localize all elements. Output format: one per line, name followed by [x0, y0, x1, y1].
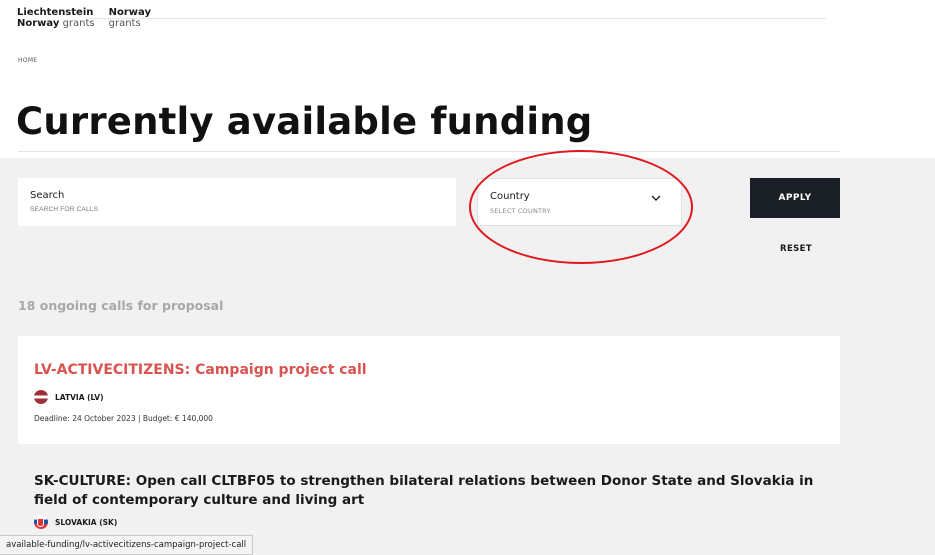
call-country: SLOVAKIA (SK) [34, 515, 117, 529]
logo-line-norway: Norway [108, 7, 151, 18]
country-select-value: SELECT COUNTRY [490, 207, 551, 215]
title-divider [18, 151, 840, 152]
status-bar-url: available-funding/lv-activecitizens-camp… [6, 540, 247, 550]
search-field[interactable]: Search [18, 178, 456, 226]
search-label: Search [30, 190, 65, 201]
call-title-link[interactable]: LV-ACTIVECITIZENS: Campaign project call [34, 362, 367, 378]
search-input[interactable] [30, 206, 230, 213]
reset-button[interactable]: RESET [780, 244, 812, 254]
call-title-link[interactable]: SK-CULTURE: Open call CLTBF05 to strengt… [34, 472, 844, 510]
call-deadline-budget: Deadline: 24 October 2023 | Budget: € 14… [34, 414, 213, 423]
country-select[interactable]: Country SELECT COUNTRY [477, 178, 682, 226]
chevron-down-icon[interactable] [651, 195, 661, 203]
country-label: Country [490, 191, 530, 202]
funding-search-section: Search Country SELECT COUNTRY APPLY RESE… [0, 158, 935, 555]
slovakia-flag-icon [34, 515, 48, 529]
page-title: Currently available funding [16, 100, 593, 143]
call-country-label: LATVIA (LV) [55, 392, 104, 402]
call-country-label: SLOVAKIA (SK) [55, 517, 118, 527]
logo-line-liechtenstein: Liechtenstein [17, 7, 94, 18]
browser-status-bar: available-funding/lv-activecitizens-camp… [0, 535, 254, 555]
apply-button[interactable]: APPLY [750, 178, 840, 218]
logo-liechtenstein-norway: Liechtenstein Norway grants [17, 7, 95, 29]
call-country: LATVIA (LV) [34, 390, 104, 404]
logo-word-norway: Norway [17, 18, 60, 29]
latvia-flag-icon [34, 390, 48, 404]
call-card[interactable]: LV-ACTIVECITIZENS: Campaign project call… [18, 336, 840, 444]
logo-word-grants: grants [62, 18, 95, 29]
header-divider [90, 18, 826, 19]
breadcrumb-home[interactable]: HOME [18, 57, 37, 64]
logo-line-grants: grants [108, 18, 141, 29]
results-count: 18 ongoing calls for proposal [18, 298, 224, 313]
